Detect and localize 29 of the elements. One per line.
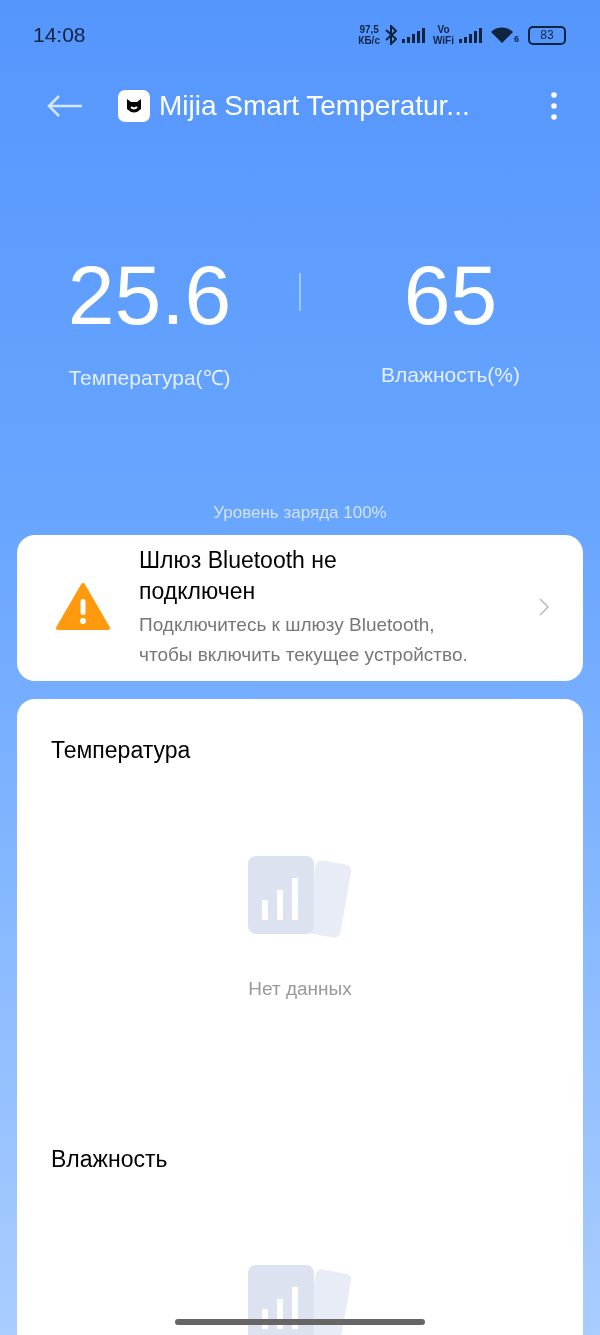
alert-message: Подключитесь к шлюзу Bluetooth, чтобы включить текущее устройство. — [139, 612, 469, 667]
no-data-icon — [248, 856, 352, 938]
no-data-text: Нет данных — [248, 978, 352, 1000]
reading-value: 25.6 — [67, 247, 232, 344]
chart-title: Влажность — [51, 1146, 169, 1173]
signal-icon — [401, 27, 428, 43]
warning-icon — [55, 582, 111, 632]
battery-level-text: Уровень заряда 100% — [212, 503, 388, 523]
alert-card[interactable]: Шлюз Bluetooth не подключен Подключитесь к шлюзу Bluetooth, чтобы включить текущее устройство. — [17, 535, 583, 681]
chevron-right-icon — [539, 598, 549, 616]
status-time: 14:08 — [33, 23, 86, 47]
app-logo-icon — [118, 90, 150, 122]
more-icon[interactable] — [550, 91, 558, 121]
chart-title: Температура — [51, 737, 192, 764]
volte-label: Vo — [437, 24, 450, 35]
wifi-icon — [490, 26, 514, 44]
alert-title: Шлюз Bluetooth не подключен — [139, 545, 338, 606]
device-title: Mijia Smart Temperatur... — [159, 90, 471, 122]
signal-icon — [459, 27, 485, 43]
reading-label: Температура(℃) — [68, 365, 231, 391]
wifi-standard-label: 6 — [514, 34, 519, 44]
reading-value: 65 — [403, 247, 498, 344]
bluetooth-icon — [384, 25, 397, 45]
back-icon[interactable] — [46, 94, 84, 118]
wifi-calling-label: WiFi — [432, 35, 454, 46]
battery-icon: 83 — [528, 25, 566, 45]
network-speed: 97,5 — [359, 24, 379, 35]
reading-label: Влажность(%) — [381, 363, 520, 387]
speed-unit: КБ/с — [358, 35, 380, 46]
